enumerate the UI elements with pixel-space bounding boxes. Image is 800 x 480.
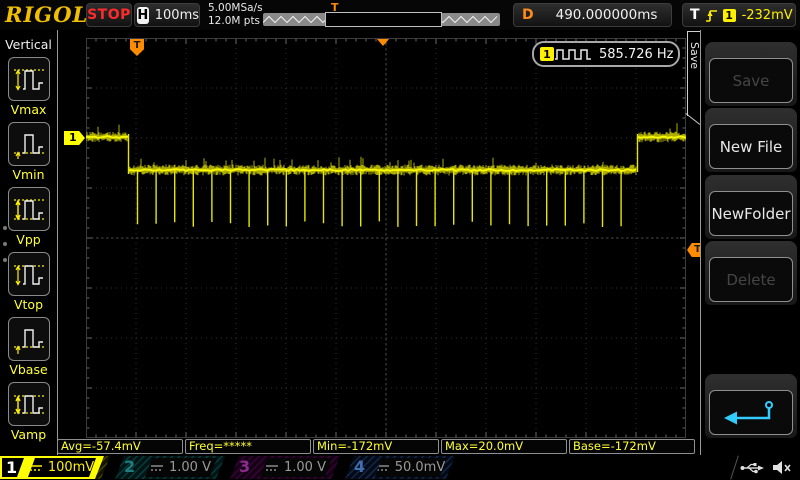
- right-menu-tab: Save: [687, 31, 701, 116]
- menu-item-label: Vamp: [10, 427, 47, 442]
- waveform-display: 1 585.726 Hz 1 T T: [58, 30, 704, 455]
- delay-label: D: [522, 7, 534, 23]
- vpp-icon: [13, 199, 44, 221]
- vamp-icon: [13, 395, 44, 415]
- channel-number: 1: [2, 458, 24, 477]
- bottombar-separator: [730, 455, 739, 480]
- measurement-min: Min=-172mV: [313, 439, 439, 454]
- top-status-bar: RIGOL STOP H 100ms 5.00MSa/s 12.0M pts T…: [0, 0, 800, 31]
- counter-channel-badge: 1: [540, 47, 554, 61]
- preview-view-window[interactable]: [325, 12, 442, 27]
- status-icons: [740, 460, 792, 475]
- softkey-slot: Delete: [705, 241, 797, 305]
- center-reference-marker: [377, 39, 389, 46]
- ch1-level-marker[interactable]: 1: [64, 131, 85, 145]
- dc-coupling-icon: [151, 464, 163, 472]
- usb-icon: [740, 462, 764, 473]
- vbase-icon: [13, 329, 44, 354]
- left-menu-vertical: Vertical Vmax Vmin Vpp Vtop Vbase Vamp: [0, 30, 58, 455]
- timebase-value: 100ms: [154, 7, 199, 23]
- channel-2-scale: 1.00 V: [145, 458, 217, 477]
- run-state-badge: STOP: [86, 3, 132, 27]
- channel-1-tab[interactable]: 1 100mV: [0, 456, 110, 479]
- channel-scale-value: 50.0mV: [394, 460, 446, 475]
- menu-item-label: Vmin: [12, 167, 45, 182]
- new-folder-button[interactable]: NewFolder: [709, 191, 793, 236]
- menu-item-label: Vpp: [16, 232, 41, 247]
- measurement-avg: Avg=-57.4mV: [57, 439, 183, 454]
- channel-3-scale: 1.00 V: [260, 458, 332, 477]
- channel-scale-value: 100mV: [47, 460, 95, 475]
- waveform-preview-bar[interactable]: T: [263, 1, 500, 27]
- channel-status-bar: 1 100mV 2 1.00 V 3 1.00 V 4 50.0mV: [0, 455, 800, 480]
- trigger-label: T: [690, 7, 700, 23]
- frequency-counter: 1 585.726 Hz: [532, 41, 680, 67]
- softkey-slot: NewFolder: [705, 175, 797, 239]
- menu-item-vmin[interactable]: Vmin: [0, 122, 57, 182]
- oscilloscope-screen: RIGOL STOP H 100ms 5.00MSa/s 12.0M pts T…: [0, 0, 800, 480]
- dc-coupling-icon: [30, 464, 42, 472]
- menu-item-label: Vmax: [10, 102, 47, 117]
- memory-depth: 12.0M pts: [208, 15, 261, 27]
- delay-value: 490.000000ms: [555, 7, 658, 23]
- menu-item-label: Vbase: [9, 362, 48, 377]
- speaker-muted-icon: [773, 461, 791, 474]
- channel-3-tab[interactable]: 3 1.00 V: [230, 456, 340, 479]
- measurement-freq: Freq=*****: [185, 439, 311, 454]
- horizontal-label: H: [137, 6, 149, 24]
- dc-coupling-icon: [377, 464, 389, 472]
- softkey-slot: Save: [705, 42, 797, 106]
- channel-number: 3: [239, 457, 251, 476]
- delay-box: D 490.000000ms: [513, 3, 672, 27]
- rigol-logo: RIGOL: [5, 2, 89, 27]
- preview-trigger-pin[interactable]: T: [331, 1, 339, 14]
- measurement-bar: Avg=-57.4mV Freq=***** Min=-172mV Max=20…: [57, 439, 695, 454]
- trigger-box: T 1 -232mV: [682, 3, 796, 27]
- graticule-grid: [86, 38, 686, 438]
- channel-1-scale: 100mV: [28, 458, 96, 477]
- square-wave-icon: [555, 49, 591, 60]
- channel-4-tab[interactable]: 4 50.0mV: [345, 456, 455, 479]
- save-button[interactable]: Save: [709, 58, 793, 103]
- channel-scale-value: 1.00 V: [284, 460, 326, 475]
- dc-coupling-icon: [266, 464, 278, 472]
- measurement-max: Max=20.0mV: [441, 439, 567, 454]
- run-state-text: STOP: [87, 7, 131, 23]
- softkey-slot: [705, 374, 797, 438]
- menu-item-vmax[interactable]: Vmax: [0, 57, 57, 117]
- delete-button[interactable]: Delete: [709, 257, 793, 302]
- right-softkey-menu: Save New File NewFolder Delete: [700, 30, 800, 455]
- measurement-base: Base=-172mV: [569, 439, 695, 454]
- trigger-level-value: -232mV: [741, 7, 793, 23]
- channel-2-tab[interactable]: 2 1.00 V: [115, 456, 225, 479]
- vmax-icon: [13, 69, 44, 91]
- back-button[interactable]: [709, 390, 793, 435]
- return-arrow-icon: [724, 400, 773, 424]
- softkey-slot: New File: [705, 108, 797, 172]
- vtop-icon: [13, 265, 44, 286]
- acquisition-info: 5.00MSa/s 12.0M pts: [208, 2, 263, 28]
- channel-1-active-tab: 1 100mV: [0, 456, 104, 479]
- menu-item-vamp[interactable]: Vamp: [0, 382, 57, 442]
- channel-number: 4: [354, 457, 366, 476]
- vmin-icon: [13, 134, 44, 159]
- counter-value: 585.726 Hz: [599, 46, 674, 62]
- sample-rate: 5.00MSa/s: [208, 2, 263, 14]
- menu-item-label: Vtop: [13, 297, 44, 312]
- channel-number: 2: [124, 457, 136, 476]
- channel-scale-value: 1.00 V: [169, 460, 211, 475]
- new-file-button[interactable]: New File: [709, 124, 793, 169]
- rising-edge-icon: [705, 9, 717, 22]
- menu-item-vbase[interactable]: Vbase: [0, 317, 57, 377]
- trigger-source-badge: 1: [722, 8, 736, 22]
- menu-item-vtop[interactable]: Vtop: [0, 252, 57, 312]
- left-menu-title: Vertical: [5, 37, 52, 52]
- timebase-box[interactable]: H 100ms: [134, 3, 200, 27]
- channel-4-scale: 50.0mV: [375, 458, 447, 477]
- menu-scroll-dots: [3, 226, 7, 274]
- menu-item-vpp[interactable]: Vpp: [0, 187, 57, 247]
